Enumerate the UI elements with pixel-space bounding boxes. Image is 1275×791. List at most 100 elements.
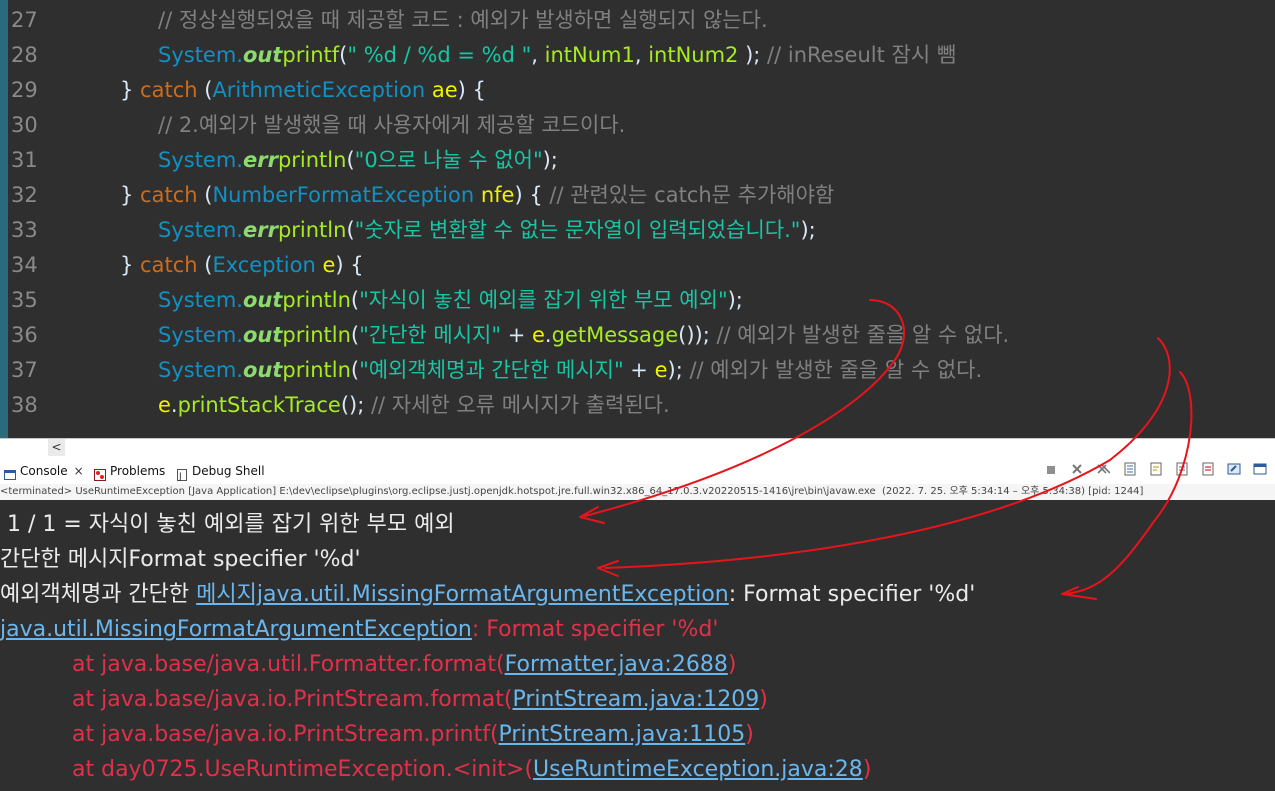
code-line: 38 e.printStackTrace(); // 자세한 오류 메시지가 출력… bbox=[0, 388, 1275, 423]
code-line: 27 // 정상실행되었을 때 제공할 코드 : 예외가 발생하면 실행되지 않는… bbox=[0, 3, 1275, 38]
code-text: System.outprintln("예외객체명과 간단한 메시지" + e);… bbox=[158, 353, 982, 388]
code-token: // 관련있는 catch문 추가해야함 bbox=[549, 183, 835, 207]
console-line: 1 / 1 = 자식이 놓친 예외를 잡기 위한 부모 예외 bbox=[0, 507, 1275, 542]
console-link[interactable]: PrintStream.java:1105 bbox=[499, 722, 746, 747]
code-token: e bbox=[531, 323, 545, 347]
code-line: 29 } catch (ArithmeticException ae) { bbox=[0, 73, 1275, 108]
console-link[interactable]: UseRuntimeException.java:28 bbox=[533, 757, 863, 782]
display-console-icon[interactable] bbox=[1251, 462, 1269, 480]
console-status-line: <terminated> UseRuntimeException [Java A… bbox=[0, 484, 1275, 500]
code-text: System.outprintf(" %d / %d = %d ", intNu… bbox=[158, 38, 956, 73]
console-text: at java.base/java.io.PrintStream.printf( bbox=[72, 722, 499, 747]
console-link[interactable]: PrintStream.java:1209 bbox=[513, 687, 760, 712]
pin-console-icon[interactable] bbox=[1225, 462, 1243, 480]
console-text: 1 / 1 = 자식이 놓친 예외를 잡기 위한 부모 예외 bbox=[0, 512, 455, 537]
tab-debug-shell-label: Debug Shell bbox=[192, 464, 265, 478]
code-token: // 2.예외가 발생했을 때 사용자에게 제공할 코드이다. bbox=[158, 113, 626, 137]
code-token: ( bbox=[197, 78, 213, 102]
code-token: ); bbox=[800, 218, 816, 242]
console-text: ) bbox=[862, 757, 872, 782]
code-text: System.errprintln("0으로 나눌 수 없어"); bbox=[158, 143, 558, 178]
code-token: out bbox=[242, 288, 283, 312]
console-output[interactable]: 1 / 1 = 자식이 놓친 예외를 잡기 위한 부모 예외 간단한 메시지For… bbox=[0, 500, 1275, 791]
scroll-lock-icon[interactable] bbox=[1121, 462, 1139, 480]
code-token: ( bbox=[197, 183, 213, 207]
console-text: at java.base/java.io.PrintStream.format( bbox=[72, 687, 513, 712]
code-token: e bbox=[322, 253, 336, 277]
code-token: System. bbox=[158, 218, 243, 242]
terminate-icon[interactable] bbox=[1042, 463, 1060, 481]
code-token: System. bbox=[158, 43, 243, 67]
console-text: : Format specifier '%d' bbox=[471, 617, 719, 642]
code-token: out bbox=[242, 358, 283, 382]
console-toolbar bbox=[1039, 461, 1269, 481]
code-token: // 자세한 오류 메시지가 출력된다. bbox=[370, 393, 670, 417]
show-stdout-icon[interactable] bbox=[1173, 462, 1191, 480]
console-text: at java.base/java.util.Formatter.format( bbox=[72, 652, 505, 677]
console-text: ) bbox=[727, 652, 737, 677]
code-token: // 정상실행되었을 때 제공할 코드 : 예외가 발생하면 실행되지 않는다. bbox=[158, 8, 768, 32]
code-text: // 정상실행되었을 때 제공할 코드 : 예외가 발생하면 실행되지 않는다. bbox=[158, 3, 768, 38]
horizontal-scrollbar[interactable]: < bbox=[0, 438, 1275, 456]
line-number: 36 bbox=[11, 323, 38, 347]
code-token: ()); bbox=[678, 323, 717, 347]
code-token: (); bbox=[340, 393, 371, 417]
code-line: 32} catch (NumberFormatException nfe) { … bbox=[0, 178, 1275, 213]
console-line: at java.base/java.io.PrintStream.printf(… bbox=[0, 717, 1275, 752]
code-text: System.outprintln("간단한 메시지" + e.getMessa… bbox=[158, 318, 1009, 353]
console-link[interactable]: Formatter.java:2688 bbox=[505, 652, 728, 677]
close-icon[interactable]: × bbox=[74, 464, 84, 478]
console-icon bbox=[4, 466, 16, 480]
console-text: : Format specifier '%d' bbox=[728, 582, 976, 607]
code-token: ); bbox=[667, 358, 690, 382]
code-token: err bbox=[242, 218, 278, 242]
line-number: 28 bbox=[11, 43, 38, 67]
code-editor[interactable]: 27 // 정상실행되었을 때 제공할 코드 : 예외가 발생하면 실행되지 않는… bbox=[0, 0, 1275, 438]
code-line: 28 System.outprintf(" %d / %d = %d ", int… bbox=[0, 38, 1275, 73]
code-line: 30 // 2.예외가 발생했을 때 사용자에게 제공할 코드이다. bbox=[0, 108, 1275, 143]
code-token: "간단한 메시지" bbox=[359, 323, 502, 347]
console-text: 예외객체명과 간단한 bbox=[0, 582, 197, 607]
code-token: . bbox=[170, 393, 178, 417]
console-line: 예외객체명과 간단한 메시지java.util.MissingFormatArg… bbox=[0, 577, 1275, 612]
remove-launch-icon[interactable] bbox=[1068, 462, 1086, 480]
code-token: , bbox=[634, 43, 649, 67]
code-text: } catch (ArithmeticException ae) { bbox=[120, 73, 486, 108]
code-token: out bbox=[242, 43, 283, 67]
code-token: . bbox=[544, 323, 552, 347]
console-link[interactable]: 메시지java.util.MissingFormatArgumentExcept… bbox=[196, 582, 729, 607]
code-token: ( bbox=[350, 323, 360, 347]
line-number: 33 bbox=[11, 218, 38, 242]
word-wrap-icon[interactable] bbox=[1147, 462, 1165, 480]
code-token: ( bbox=[346, 218, 355, 242]
tab-debug-shell[interactable]: J Debug Shell bbox=[176, 460, 265, 482]
console-line: at day0725.UseRuntimeException.<init>(Us… bbox=[0, 752, 1275, 787]
code-line: 31 System.errprintln("0으로 나눌 수 없어"); bbox=[0, 143, 1275, 178]
code-token: e bbox=[158, 393, 171, 417]
code-token: println bbox=[277, 218, 347, 242]
console-text: ) bbox=[759, 687, 768, 712]
scroll-left-arrow[interactable]: < bbox=[48, 439, 65, 456]
code-token: System. bbox=[158, 323, 243, 347]
line-number: 29 bbox=[11, 78, 38, 102]
console-link[interactable]: java.util.MissingFormatArgumentException bbox=[0, 617, 472, 642]
code-token: intNum2 bbox=[648, 43, 739, 67]
svg-text:J: J bbox=[178, 472, 182, 481]
code-text: System.outprintln("자식이 놓친 예외를 잡기 위한 부모 예… bbox=[158, 283, 743, 318]
code-token: e bbox=[654, 358, 668, 382]
code-token: "0으로 나눌 수 없어" bbox=[354, 148, 543, 172]
code-token: "숫자로 변환할 수 없는 문자열이 입력되었습니다." bbox=[354, 218, 801, 242]
line-number: 35 bbox=[11, 288, 38, 312]
code-token: err bbox=[242, 148, 278, 172]
code-line: 36 System.outprintln("간단한 메시지" + e.getMes… bbox=[0, 318, 1275, 353]
code-token: ) { bbox=[457, 78, 486, 102]
tab-problems[interactable]: Problems bbox=[94, 460, 165, 482]
show-stderr-icon[interactable] bbox=[1199, 462, 1217, 480]
remove-all-icon[interactable] bbox=[1094, 462, 1112, 480]
code-token: // 예외가 발생한 줄을 알 수 없다. bbox=[689, 358, 983, 382]
tab-console[interactable]: Console × bbox=[4, 460, 84, 482]
code-token: println bbox=[282, 323, 351, 347]
code-token: ); bbox=[738, 43, 768, 67]
code-token: // 예외가 발생한 줄을 알 수 없다. bbox=[716, 323, 1010, 347]
